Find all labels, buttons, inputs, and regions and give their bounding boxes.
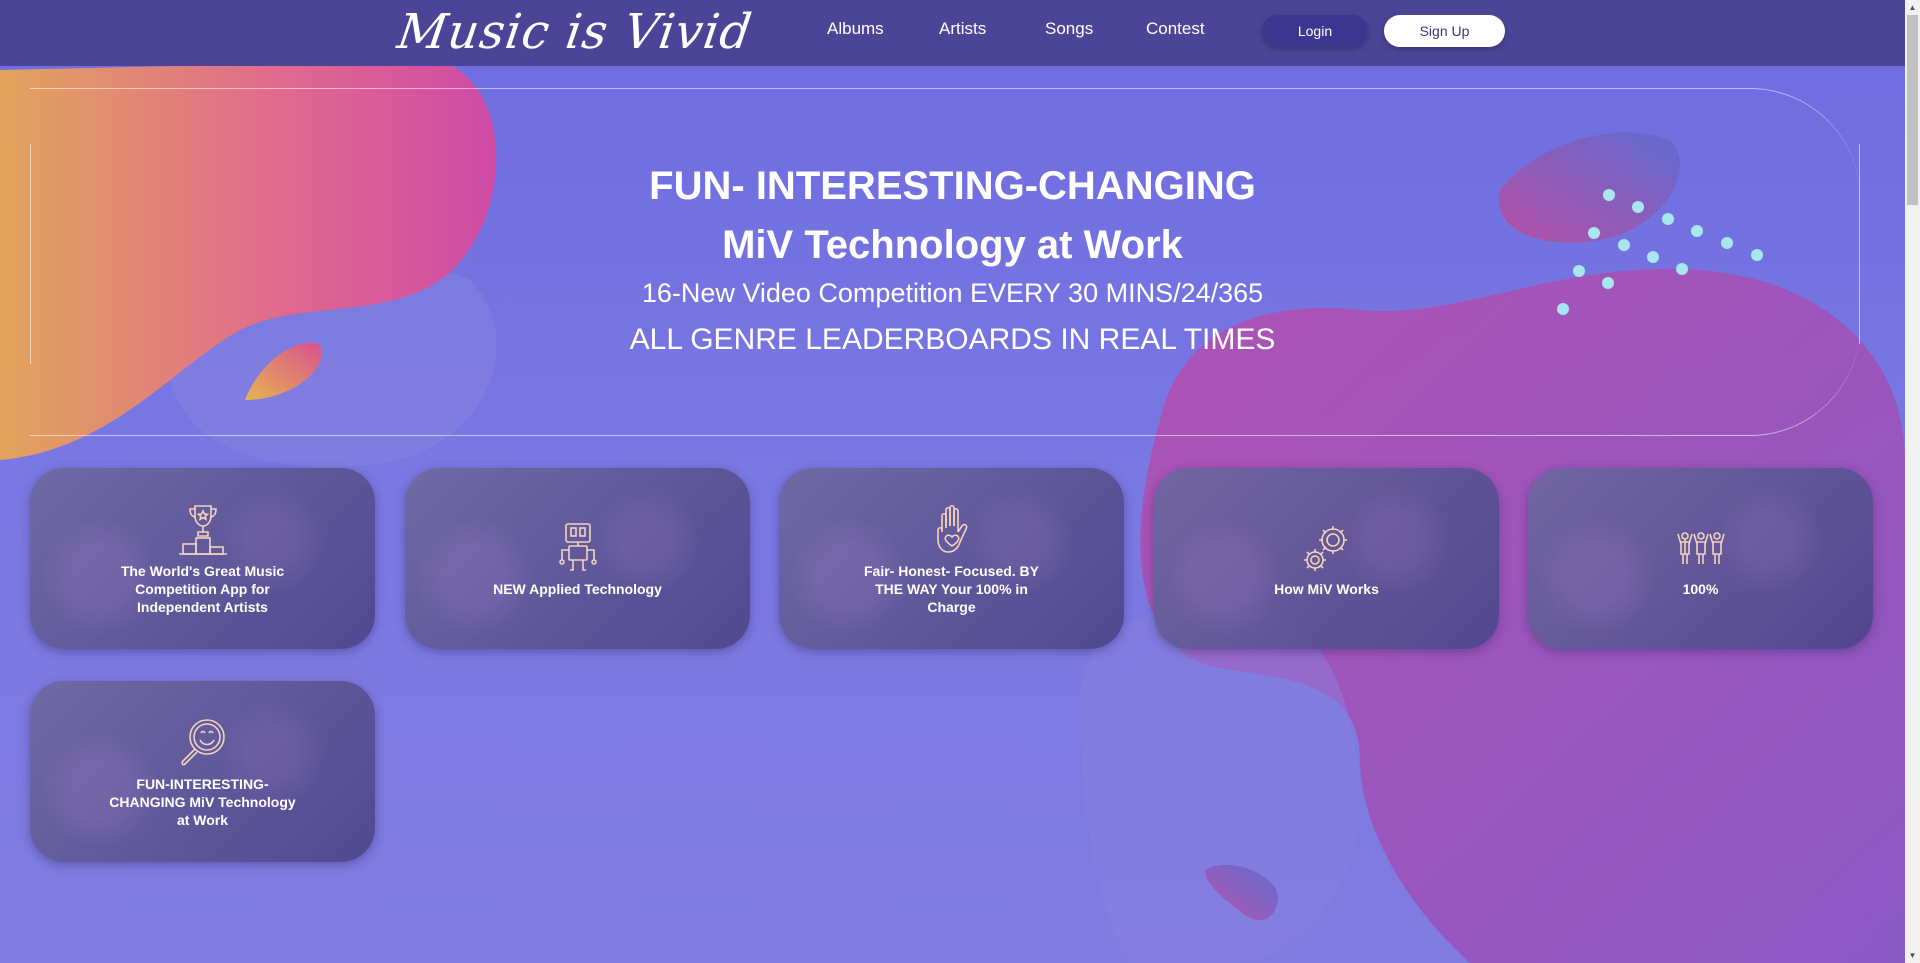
card-title: Fair- Honest- Focused. BY THE WAY Your 1… (863, 562, 1040, 615)
hero-leaderboards-text: ALL GENRE LEADERBOARDS IN REAL TIMES (629, 323, 1276, 356)
card-title: FUN-INTERESTING-CHANGING MiV Technology … (109, 775, 296, 828)
feature-card-fun-interesting[interactable]: FUN-INTERESTING-CHANGING MiV Technology … (30, 681, 375, 862)
hero-headline: FUN- INTERESTING-CHANGING (649, 164, 1256, 208)
page-scrollbar[interactable]: ▲ ▼ (1905, 0, 1920, 963)
feature-card-applied-technology[interactable]: NEW Applied Technology (405, 468, 750, 649)
feature-card-how-miv-works[interactable]: How MiV Works (1154, 468, 1499, 649)
people-cheering-icon (1676, 531, 1725, 564)
feature-card-100-percent[interactable]: 100% (1528, 468, 1873, 649)
hero-subheadline: MiV Technology at Work (722, 223, 1183, 267)
signup-button[interactable]: Sign Up (1384, 15, 1505, 47)
hand-heart-icon (936, 504, 967, 553)
scroll-down-arrow-icon[interactable]: ▼ (1905, 948, 1920, 963)
card-title: The World's Great Music Competition App … (120, 562, 285, 615)
login-button[interactable]: Login (1262, 15, 1368, 47)
robot-icon (558, 522, 597, 571)
site-logo[interactable]: Music is Vivid (394, 4, 756, 60)
nav-artists[interactable]: Artists (939, 19, 986, 39)
top-nav-bar: Music is Vivid Albums Artists Songs Cont… (0, 0, 1905, 66)
smile-magnifier-icon (180, 718, 225, 765)
nav-albums[interactable]: Albums (827, 19, 884, 39)
card-title: NEW Applied Technology (493, 580, 662, 597)
card-title: How MiV Works (1274, 580, 1379, 597)
nav-songs[interactable]: Songs (1045, 19, 1093, 39)
nav-contest[interactable]: Contest (1146, 19, 1205, 39)
trophy-podium-icon (178, 504, 227, 555)
gears-icon (1303, 525, 1347, 571)
feature-card-competition-app[interactable]: The World's Great Music Competition App … (30, 468, 375, 649)
scroll-up-arrow-icon[interactable]: ▲ (1905, 0, 1920, 15)
scrollbar-thumb[interactable] (1907, 15, 1918, 205)
hero-tagline: 16-New Video Competition EVERY 30 MINS/2… (641, 278, 1264, 308)
feature-card-fair-honest[interactable]: Fair- Honest- Focused. BY THE WAY Your 1… (779, 468, 1124, 649)
card-title: 100% (1682, 580, 1719, 597)
